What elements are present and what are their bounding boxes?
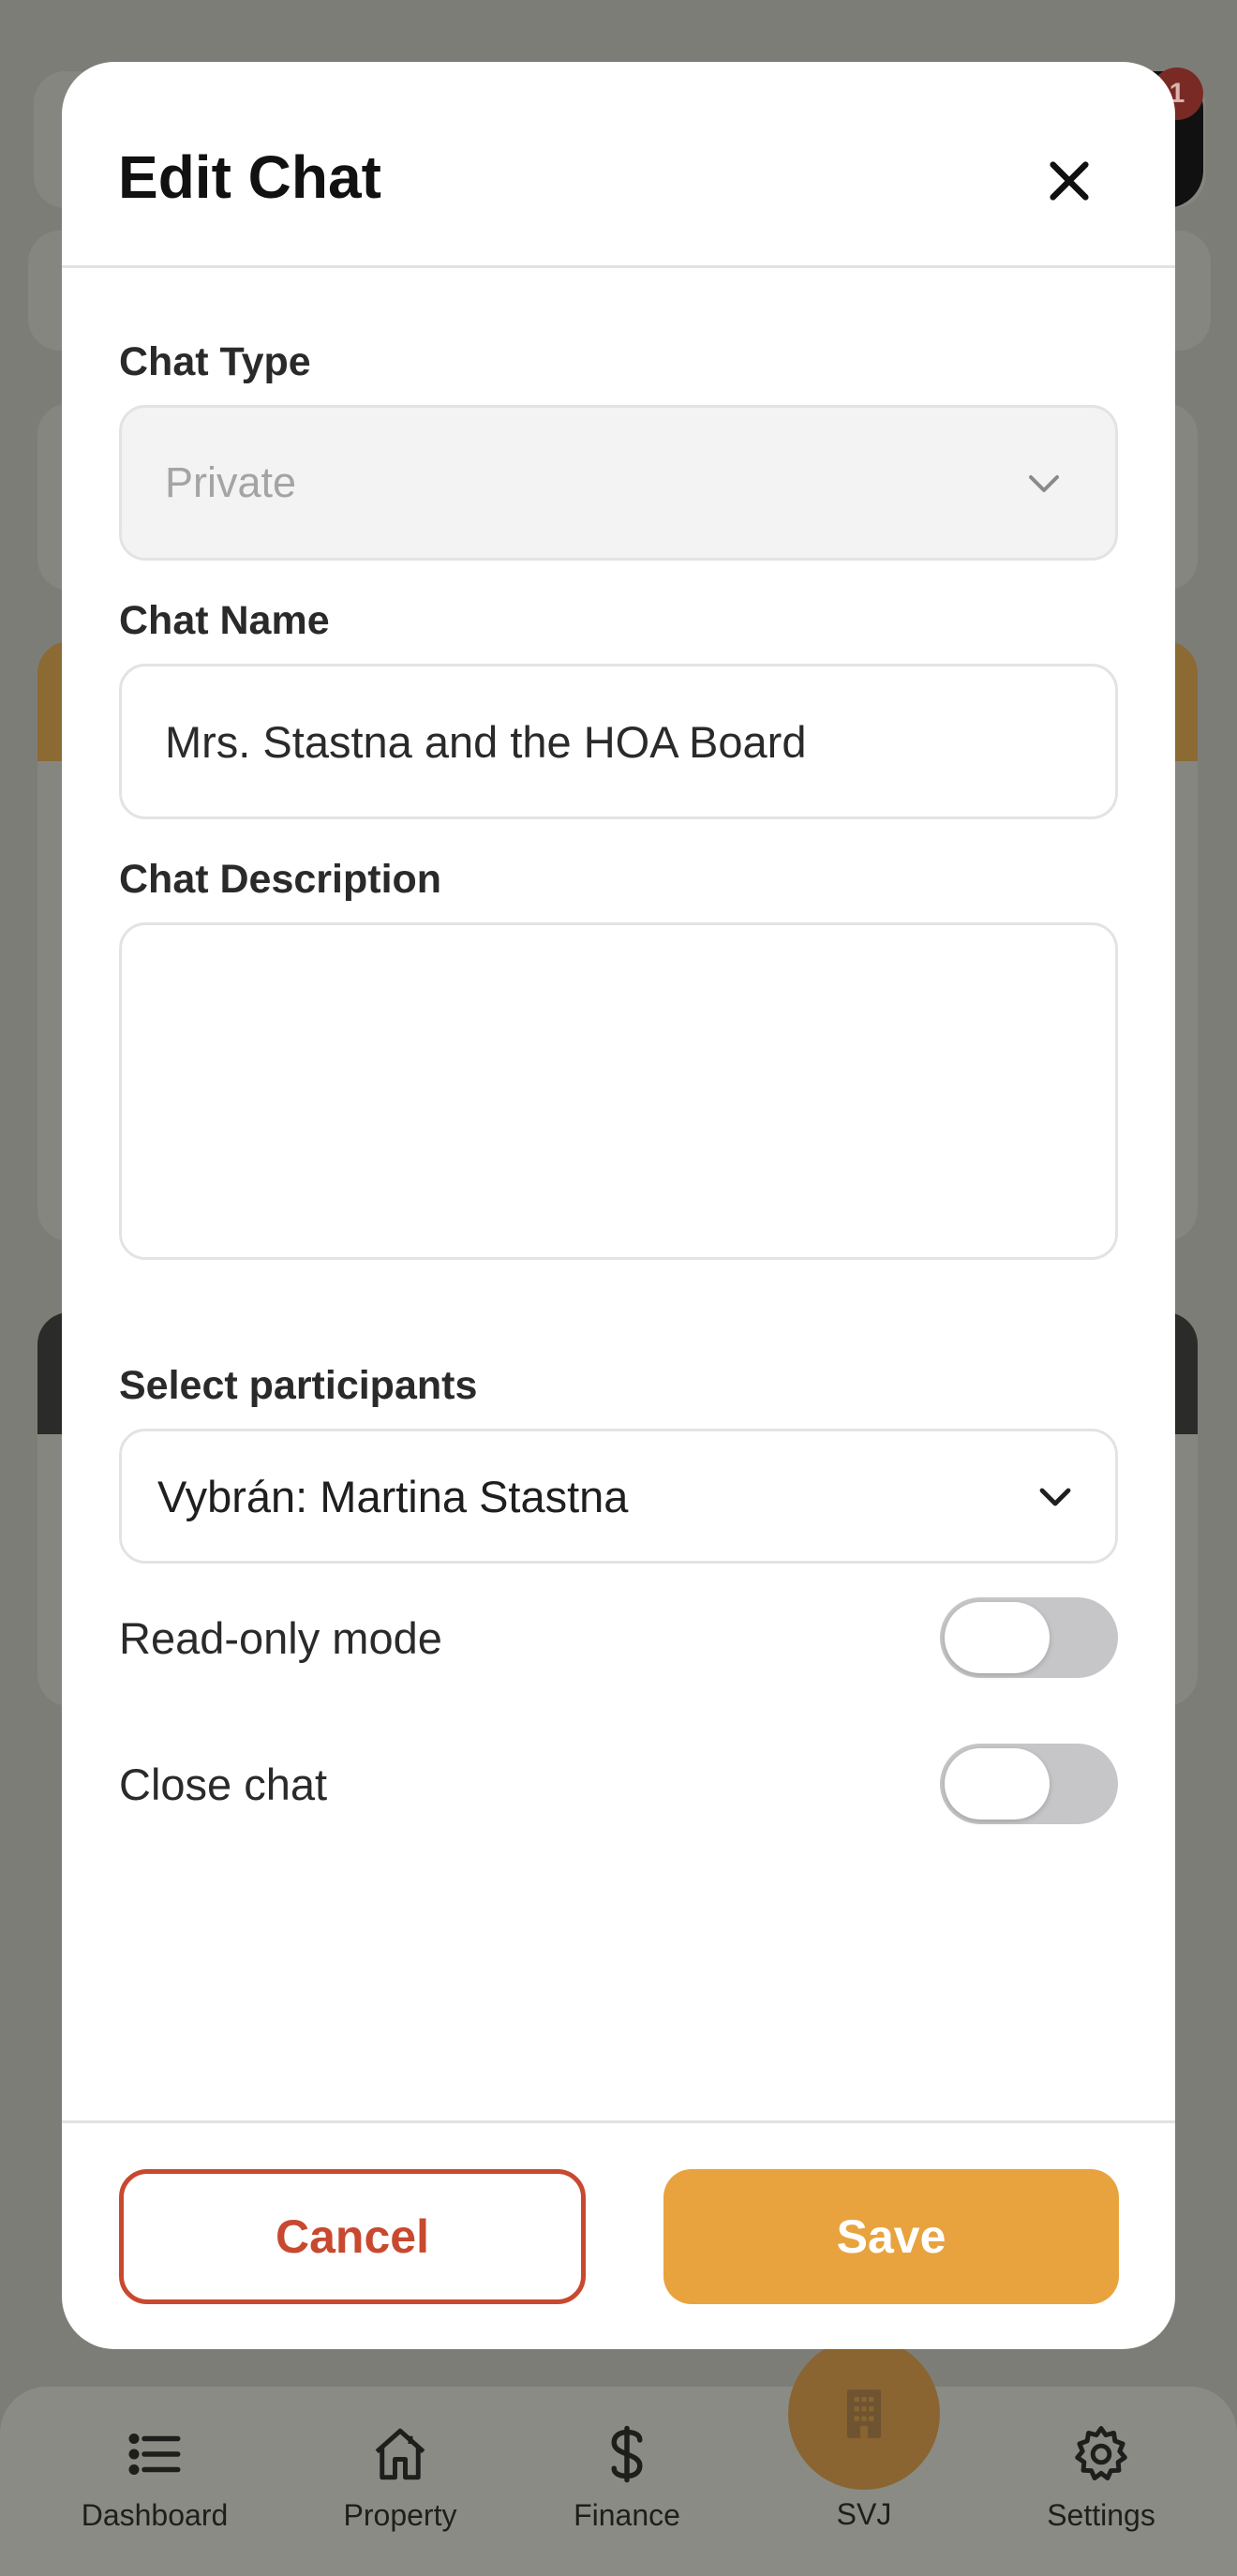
dollar-icon (611, 2425, 643, 2483)
building-icon (846, 2389, 882, 2438)
nav-svj-label: SVJ (836, 2497, 892, 2531)
gear-icon (1075, 2426, 1127, 2481)
participants-value: Vybrán: Martina Stastna (157, 1471, 629, 1521)
read-only-toggle[interactable] (940, 1597, 1118, 1678)
close-chat-label: Close chat (119, 1759, 328, 1809)
close-button[interactable] (1036, 148, 1102, 214)
modal-header: Edit Chat (62, 62, 1175, 268)
chat-description-label: Chat Description (119, 857, 442, 902)
nav-property-label: Property (343, 2498, 457, 2532)
nav-property[interactable]: Property (297, 2411, 503, 2533)
read-only-row: Read-only mode (119, 1595, 1118, 1680)
nav-svj-button[interactable] (788, 2338, 940, 2490)
modal-title: Edit Chat (118, 143, 381, 211)
chat-name-label: Chat Name (119, 598, 330, 643)
participants-select[interactable]: Vybrán: Martina Stastna (119, 1429, 1118, 1564)
nav-dashboard[interactable]: Dashboard (52, 2411, 258, 2533)
nav-finance[interactable]: Finance (524, 2411, 730, 2533)
chat-type-value: Private (165, 458, 297, 506)
nav-settings-label: Settings (1047, 2498, 1155, 2532)
read-only-label: Read-only mode (119, 1612, 442, 1663)
chat-type-label: Chat Type (119, 339, 311, 384)
nav-finance-label: Finance (574, 2498, 680, 2532)
participants-label: Select participants (119, 1363, 478, 1408)
nav-settings[interactable]: Settings (998, 2411, 1204, 2533)
nav-dashboard-label: Dashboard (81, 2498, 229, 2532)
close-icon (1050, 161, 1089, 201)
chat-name-value: Mrs. Stastna and the HOA Board (165, 716, 807, 767)
toggle-knob (945, 1602, 1050, 1673)
chat-type-select[interactable]: Private (119, 405, 1118, 561)
chevron-down-icon (1039, 1488, 1071, 1506)
save-button[interactable]: Save (663, 2169, 1119, 2304)
list-icon (128, 2434, 181, 2475)
chat-name-input[interactable]: Mrs. Stastna and the HOA Board (119, 664, 1118, 819)
toggle-knob (945, 1748, 1050, 1820)
close-chat-row: Close chat (119, 1742, 1118, 1826)
home-icon (375, 2428, 425, 2480)
cancel-button[interactable]: Cancel (119, 2169, 586, 2304)
chevron-down-icon (1029, 475, 1059, 492)
chat-description-textarea[interactable] (119, 922, 1118, 1260)
close-chat-toggle[interactable] (940, 1744, 1118, 1824)
